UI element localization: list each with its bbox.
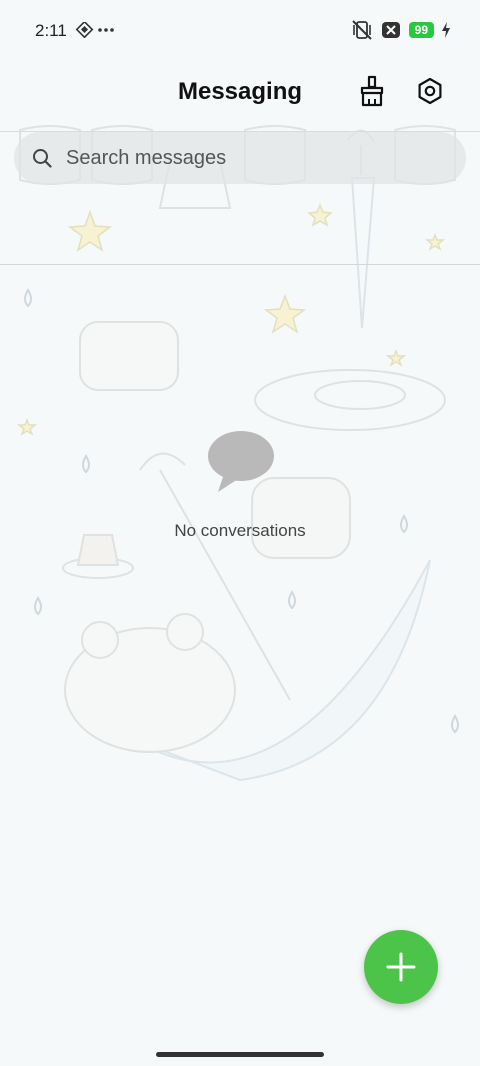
plus-icon bbox=[386, 952, 416, 982]
new-conversation-button[interactable] bbox=[364, 930, 438, 1004]
home-indicator[interactable] bbox=[156, 1052, 324, 1057]
status-right-icons: 99 bbox=[351, 20, 450, 40]
chat-bubble-icon bbox=[208, 431, 274, 492]
vibrate-off-icon bbox=[351, 20, 372, 40]
search-icon bbox=[33, 149, 52, 168]
battery-indicator: 99 bbox=[408, 22, 434, 38]
empty-state-message: No conversations bbox=[174, 521, 306, 540]
app-header: Messaging bbox=[0, 60, 480, 130]
list-divider bbox=[0, 264, 480, 265]
search-bar[interactable] bbox=[14, 132, 466, 184]
page-title: Messaging bbox=[177, 78, 303, 105]
blocked-signal-icon bbox=[381, 22, 400, 38]
status-time: 2:11 bbox=[35, 21, 67, 40]
clean-button[interactable] bbox=[355, 74, 389, 108]
settings-button[interactable] bbox=[413, 74, 447, 108]
status-bar: 2:11 99 bbox=[0, 0, 480, 60]
charging-bolt-icon bbox=[442, 22, 450, 38]
search-input[interactable] bbox=[64, 145, 428, 171]
more-dots-icon bbox=[98, 28, 114, 32]
settings-icon bbox=[418, 77, 442, 105]
status-left-icons bbox=[75, 20, 116, 43]
broom-clean-icon bbox=[360, 75, 384, 107]
diamond-app-icon bbox=[75, 20, 94, 39]
